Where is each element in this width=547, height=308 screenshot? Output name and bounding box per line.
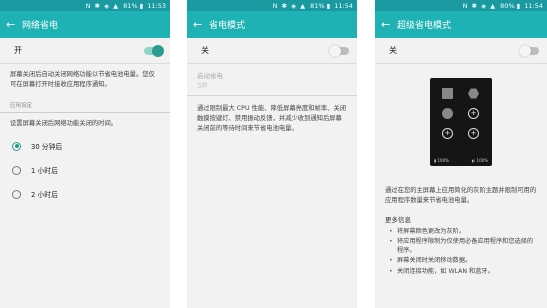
option-30-min[interactable]: 30 分钟后 [0,134,170,158]
master-switch-row[interactable]: 关 [375,38,547,64]
status-bar: N ✱ ◈ ▲ 81% ▮ 11:54 [187,0,357,11]
preview-time-left: ◐ 100% [471,158,488,163]
master-toggle[interactable] [329,44,349,57]
section-header: 应用设定 [0,98,170,113]
back-arrow-icon[interactable]: ← [193,18,209,31]
more-info-title: 更多信息 [385,215,411,224]
toggle-knob [329,44,341,57]
ultra-power-saving-screen: N ✱ ◈ ▲ 80% ▮ 11:54 ← 超级省电模式 关 + + + ▮ 1… [375,0,547,308]
setting-title: 启动省电 [197,72,223,80]
divider [187,95,357,96]
add-app-icon: + [442,128,453,139]
option-2-hours[interactable]: 2 小时后 [0,182,170,206]
master-toggle[interactable] [144,44,164,57]
option-1-hour[interactable]: 1 小时后 [0,158,170,182]
page-title: 省电模式 [209,21,246,31]
app-bar: ← 超级省电模式 [375,11,547,38]
back-arrow-icon[interactable]: ← [6,18,22,31]
option-label: 2 小时后 [31,191,58,200]
timeout-prompt: 设置屏幕关闭后网络功能关闭的时间。 [10,119,118,127]
list-item: 关闭连接功能，如 WLAN 和蓝牙。 [389,267,537,277]
status-bar: N ✱ ◈ ▲ 81% ▮ 11:53 [0,0,170,11]
master-switch-row[interactable]: 关 [187,38,357,64]
option-label: 1 小时后 [31,167,58,176]
battery-indicator: 80% ▮ [500,1,521,10]
page-title: 网络省电 [22,21,59,31]
power-saving-mode-screen: N ✱ ◈ ▲ 81% ▮ 11:54 ← 省电模式 关 启动省电 立即 通过限… [187,0,357,308]
setting-value: 立即 [197,83,208,89]
clock: 11:54 [524,1,543,10]
list-item: 将屏幕颜色更改为灰阶。 [389,227,537,237]
feature-description: 屏幕关闭后自动关闭网络功能以节省电池电量。您仅可在屏幕打开时接收应用程序通知。 [10,71,155,88]
toggle-knob [152,44,164,57]
add-app-icon: + [468,108,479,119]
battery-indicator: 81% ▮ [123,1,144,10]
master-switch-row[interactable]: 开 [0,38,170,64]
start-power-saving-setting: 启动省电 立即 [187,64,357,91]
more-info-list: 将屏幕颜色更改为灰阶。 将应用程序限制为仅使用必备应用程序和您选择的程序。 屏幕… [375,227,547,277]
master-toggle[interactable] [519,44,539,57]
app-square-icon [442,88,453,99]
preview-battery: ▮ 100% [434,158,449,163]
app-hexagon-icon [468,88,479,99]
switch-label: 关 [389,46,397,55]
radio-icon[interactable] [12,189,21,199]
status-bar: N ✱ ◈ ▲ 80% ▮ 11:54 [375,0,547,11]
add-app-icon: + [468,128,479,139]
status-icons: N ✱ ◈ ▲ [85,1,120,10]
switch-label: 开 [14,46,22,55]
status-icons: N ✱ ◈ ▲ [462,1,497,10]
list-item: 将应用程序限制为仅使用必备应用程序和您选择的程序。 [389,237,537,256]
toggle-knob [519,44,531,57]
list-item: 屏幕关闭时关闭移动数据。 [389,256,537,266]
app-bar: ← 网络省电 [0,11,170,38]
app-bar: ← 省电模式 [187,11,357,38]
back-arrow-icon[interactable]: ← [381,18,397,31]
clock: 11:54 [334,1,353,10]
network-power-saving-screen: N ✱ ◈ ▲ 81% ▮ 11:53 ← 网络省电 开 屏幕关闭后自动关闭网络… [0,0,170,308]
feature-description: 通过限制最大 CPU 性能、降低屏幕亮度和帧率、关闭触摸按键灯、禁用振动反馈，并… [197,105,347,132]
page-title: 超级省电模式 [397,21,452,31]
feature-description: 通过在您的主屏幕上应用简化的灰阶主题并限制可用的应用程序数量来节省电池电量。 [385,187,537,204]
option-label: 30 分钟后 [31,143,63,152]
switch-label: 关 [201,46,209,55]
clock: 11:53 [147,1,166,10]
radio-icon[interactable] [12,165,21,175]
home-screen-preview: + + + ▮ 100% ◐ 100% [430,78,492,166]
battery-indicator: 81% ▮ [310,1,331,10]
status-icons: N ✱ ◈ ▲ [272,1,307,10]
radio-selected-icon[interactable] [12,141,21,151]
app-circle-icon [442,108,453,119]
